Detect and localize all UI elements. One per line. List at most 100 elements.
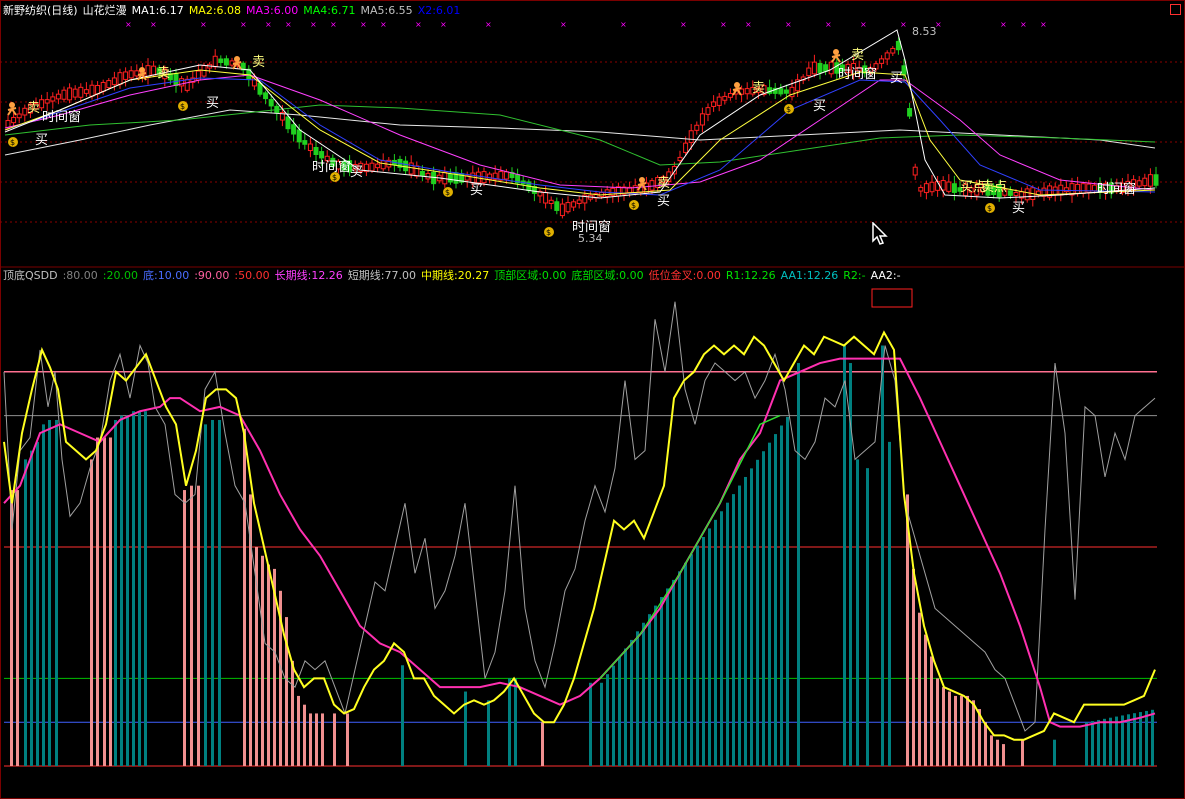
hist-bar-76 (774, 434, 777, 766)
hist-bar-64 (702, 536, 705, 766)
hist-bar-68 (726, 502, 729, 766)
hist-bar-87 (912, 568, 915, 766)
hist-bar-93 (948, 691, 951, 766)
hist-bar-54 (642, 622, 645, 766)
hist-bar-62 (690, 554, 693, 766)
hist-bar-22 (211, 419, 214, 766)
hist-bar-65 (708, 528, 711, 766)
hist-bar-80 (843, 345, 846, 766)
indicator-marker-box (871, 288, 913, 308)
hist-bar-71 (744, 476, 747, 766)
hist-bar-1 (16, 490, 19, 766)
hist-bar-37 (321, 713, 324, 766)
hist-bar-6 (48, 419, 51, 766)
hist-bar-32 (291, 660, 294, 766)
hist-bar-0 (10, 490, 13, 766)
hist-bar-3 (30, 450, 33, 766)
hist-bar-78 (786, 416, 789, 766)
hist-bar-112 (1127, 714, 1130, 766)
hist-bar-55 (648, 614, 651, 766)
hist-bar-18 (183, 490, 186, 766)
indicator-panel[interactable] (0, 0, 1185, 799)
hist-bar-92 (942, 687, 945, 766)
hist-bar-47 (600, 682, 603, 766)
hist-bar-59 (672, 579, 675, 766)
hist-bar-110 (1115, 716, 1118, 766)
hist-bar-46 (589, 682, 592, 766)
hist-bar-83 (866, 468, 869, 766)
hist-bar-88 (918, 612, 921, 766)
hist-bar-60 (678, 571, 681, 766)
hist-bar-77 (780, 425, 783, 766)
hist-bar-12 (114, 419, 117, 766)
hist-bar-45 (541, 722, 544, 766)
hist-bar-106 (1091, 721, 1094, 766)
hist-bar-99 (984, 722, 987, 766)
hist-bar-70 (738, 485, 741, 766)
hist-bar-21 (204, 424, 207, 766)
hist-bar-56 (654, 605, 657, 766)
hist-bar-49 (612, 665, 615, 766)
hist-bar-61 (684, 562, 687, 766)
hist-bar-53 (636, 631, 639, 766)
hist-bar-35 (309, 713, 312, 766)
hist-bar-104 (1053, 739, 1056, 766)
hist-bar-113 (1133, 713, 1136, 766)
hist-bar-20 (197, 485, 200, 766)
hist-bar-27 (261, 555, 264, 766)
hist-bar-58 (666, 588, 669, 766)
hist-bar-101 (996, 739, 999, 766)
hist-bar-114 (1139, 712, 1142, 766)
hist-bar-66 (714, 519, 717, 766)
hist-bar-4 (36, 441, 39, 766)
hist-bar-105 (1085, 722, 1088, 766)
hist-bar-11 (109, 437, 112, 766)
hist-bar-89 (924, 634, 927, 766)
hist-bar-116 (1151, 709, 1154, 766)
hist-bar-14 (126, 415, 129, 766)
hist-bar-16 (138, 411, 141, 766)
hist-bar-10 (103, 437, 106, 766)
hist-bar-9 (96, 437, 99, 766)
hist-bar-50 (618, 657, 621, 766)
hist-bar-100 (990, 735, 993, 766)
hist-bar-8 (90, 459, 93, 766)
hist-bar-72 (750, 468, 753, 766)
hist-bar-24 (243, 428, 246, 766)
hist-bar-108 (1103, 718, 1106, 766)
hist-bar-42 (487, 700, 490, 766)
hist-bar-90 (930, 656, 933, 766)
hist-bar-96 (966, 695, 969, 766)
hist-bar-43 (508, 678, 511, 766)
hist-bar-74 (762, 451, 765, 766)
hist-bar-2 (24, 459, 27, 766)
hist-bar-38 (333, 713, 336, 766)
hist-bar-23 (218, 419, 221, 766)
hist-bar-33 (297, 695, 300, 766)
hist-bar-13 (120, 415, 123, 766)
mouse-cursor-icon (872, 222, 888, 245)
hist-bar-5 (42, 424, 45, 766)
hist-bar-63 (696, 545, 699, 766)
hist-bar-28 (267, 564, 270, 766)
hist-bar-48 (606, 674, 609, 766)
hist-bar-75 (768, 442, 771, 766)
hist-bar-82 (856, 459, 859, 766)
hist-bar-94 (954, 695, 957, 766)
hist-bar-52 (630, 639, 633, 766)
hist-bar-57 (660, 597, 663, 766)
hist-bar-115 (1145, 710, 1148, 766)
hist-bar-36 (315, 713, 318, 766)
hist-bar-103 (1021, 739, 1024, 766)
hist-bar-19 (190, 485, 193, 766)
hist-bar-107 (1097, 719, 1100, 766)
hist-bar-111 (1121, 715, 1124, 766)
hist-bar-40 (401, 665, 404, 766)
hist-bar-95 (960, 695, 963, 766)
hist-bar-34 (303, 704, 306, 766)
long-term-line (3, 357, 1156, 728)
hist-bar-51 (624, 648, 627, 766)
hist-bar-7 (55, 419, 58, 766)
hist-bar-73 (756, 459, 759, 766)
hist-bar-84 (881, 345, 884, 766)
